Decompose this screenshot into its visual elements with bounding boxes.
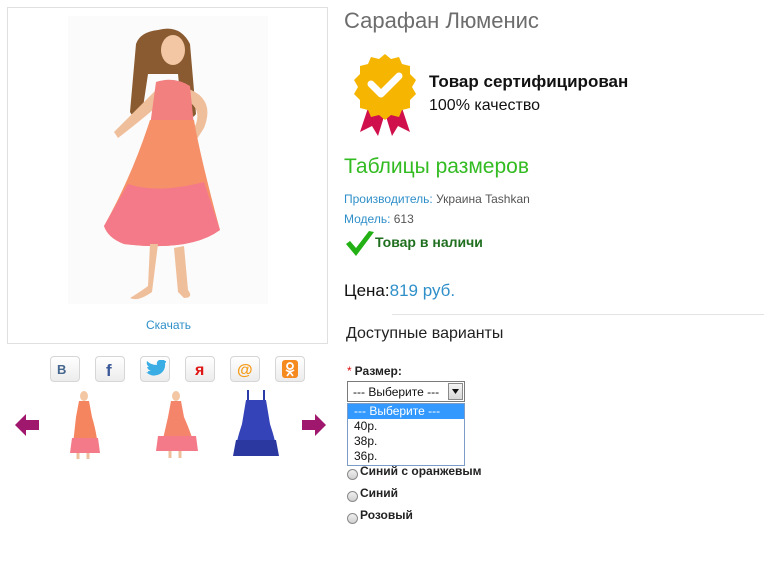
color-radio-blue[interactable] — [347, 490, 358, 502]
certificate-title: Товар сертифицирован — [429, 72, 629, 91]
color-radio-pink[interactable] — [347, 512, 358, 524]
model-value: 613 — [390, 212, 414, 226]
vk-icon: В — [57, 362, 66, 376]
mail-ru-icon: @ — [237, 362, 253, 378]
thumbnail-1[interactable] — [52, 388, 112, 460]
price-row: Цена:819 руб. — [344, 281, 455, 301]
svg-text:В: В — [57, 362, 66, 376]
certified-badge-icon — [354, 54, 416, 136]
size-dropdown-list: --- Выберите --- 40р. 38р. 36р. — [347, 403, 465, 466]
twitter-share-button[interactable] — [140, 356, 170, 382]
size-option-38[interactable]: 38р. — [348, 434, 464, 449]
manufacturer-row: Производитель: Украина Tashkan — [344, 192, 530, 206]
size-option-40[interactable]: 40р. — [348, 419, 464, 434]
manufacturer-label[interactable]: Производитель: — [344, 192, 433, 206]
model-row: Модель: 613 — [344, 212, 414, 226]
yandex-share-button[interactable]: я — [185, 356, 215, 382]
color-label: Розовый — [360, 508, 413, 522]
variants-title: Доступные варианты — [346, 325, 504, 342]
size-tables-link[interactable]: Таблицы размеров — [344, 155, 529, 179]
vk-share-button[interactable]: В — [50, 356, 80, 382]
size-option-placeholder[interactable]: --- Выберите --- — [348, 404, 464, 419]
manufacturer-value: Украина Tashkan — [432, 192, 530, 206]
divider — [392, 314, 764, 315]
color-label: Синий — [360, 486, 399, 500]
prev-arrow-icon[interactable] — [14, 412, 40, 438]
color-option-pink[interactable]: Розовый — [347, 507, 413, 524]
color-label: Синий с оранжевым — [360, 464, 482, 478]
color-option-blue[interactable]: Синий — [347, 485, 399, 502]
price-value: 819 руб. — [389, 281, 456, 300]
facebook-share-button[interactable]: f — [95, 356, 125, 382]
size-label: * Размер: — [347, 364, 402, 378]
color-radio-blue-orange[interactable] — [347, 468, 358, 480]
model-label: Модель: — [344, 212, 391, 226]
main-product-image[interactable] — [8, 8, 327, 308]
mail-ru-share-button[interactable]: @ — [230, 356, 260, 382]
next-arrow-icon[interactable] — [301, 412, 327, 438]
odnoklassniki-icon — [282, 360, 298, 378]
in-stock-check-icon — [346, 231, 374, 256]
stock-status: Товар в наличи — [375, 234, 483, 250]
required-mark: * — [347, 364, 352, 378]
product-title: Сарафан Люменис — [344, 8, 539, 33]
certificate-subtitle: 100% качество — [429, 97, 541, 114]
size-select-value: --- Выберите --- — [353, 385, 440, 399]
main-product-image-frame: Скачать — [7, 7, 328, 344]
thumbnail-3[interactable] — [226, 388, 286, 460]
size-option-36[interactable]: 36р. — [348, 449, 464, 464]
price-label: Цена: — [344, 281, 390, 300]
svg-text:я: я — [194, 362, 204, 378]
twitter-icon — [146, 360, 166, 376]
download-link[interactable]: Скачать — [8, 318, 329, 332]
thumbnail-2[interactable] — [146, 388, 206, 460]
svg-text:@: @ — [237, 362, 253, 378]
svg-text:f: f — [106, 361, 112, 378]
yandex-icon: я — [194, 362, 204, 378]
odnoklassniki-share-button[interactable] — [275, 356, 305, 382]
select-dropdown-button[interactable] — [448, 383, 463, 400]
size-select[interactable]: --- Выберите --- — [347, 381, 465, 402]
facebook-icon: f — [106, 361, 112, 378]
chevron-down-icon — [452, 389, 459, 394]
size-label-text: Размер: — [354, 364, 402, 378]
